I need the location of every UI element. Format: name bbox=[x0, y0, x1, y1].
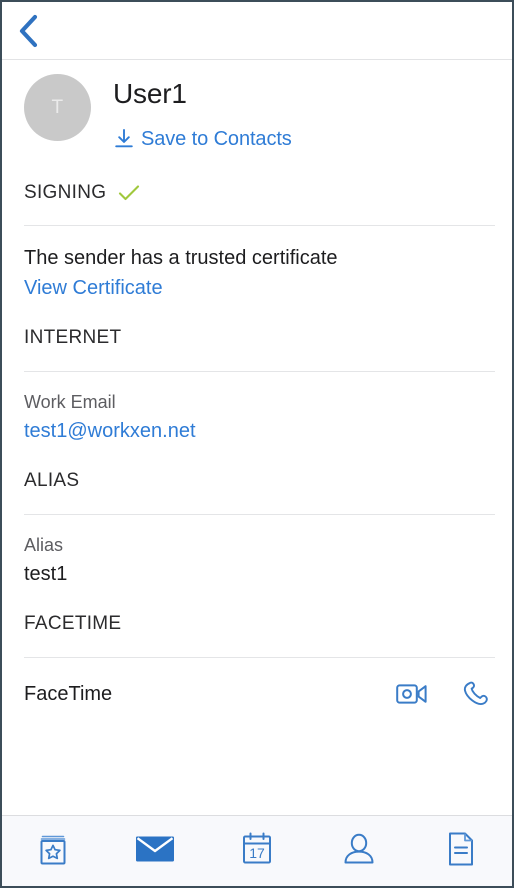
svg-text:17: 17 bbox=[249, 845, 265, 861]
section-signing-header: SIGNING bbox=[24, 182, 490, 204]
section-signing: SIGNING The sender has a trusted certifi… bbox=[2, 150, 512, 301]
alias-value: test1 bbox=[24, 563, 68, 585]
section-signing-title: SIGNING bbox=[24, 182, 107, 203]
section-facetime: FACETIME FaceTime bbox=[2, 587, 512, 708]
section-alias: ALIAS Alias test1 bbox=[2, 444, 512, 587]
view-certificate-link[interactable]: View Certificate bbox=[24, 275, 490, 301]
back-button[interactable] bbox=[2, 5, 54, 57]
favorites-book-icon bbox=[37, 831, 69, 872]
contact-detail-content: T User1 Save to Contacts SIGNING The sen… bbox=[2, 60, 512, 815]
section-facetime-header: FACETIME bbox=[24, 613, 490, 635]
document-icon bbox=[446, 831, 476, 872]
contact-header: T User1 Save to Contacts bbox=[2, 60, 512, 150]
tab-files[interactable] bbox=[410, 816, 512, 886]
app-screen: T User1 Save to Contacts SIGNING The sen… bbox=[0, 0, 514, 888]
section-alias-title: ALIAS bbox=[24, 470, 80, 491]
divider bbox=[24, 514, 495, 515]
phone-handset-icon[interactable] bbox=[460, 680, 490, 708]
alias-label: Alias bbox=[24, 535, 64, 555]
section-alias-header: ALIAS bbox=[24, 470, 490, 492]
facetime-label: FaceTime bbox=[24, 682, 113, 705]
section-internet-header: INTERNET bbox=[24, 327, 490, 349]
divider bbox=[24, 657, 495, 658]
tab-contacts[interactable] bbox=[308, 816, 410, 886]
tab-favorites[interactable] bbox=[2, 816, 104, 886]
section-internet-title: INTERNET bbox=[24, 327, 122, 348]
avatar-initial: T bbox=[51, 96, 64, 118]
divider bbox=[24, 371, 495, 372]
download-arrow-icon bbox=[113, 128, 135, 150]
facetime-row: FaceTime bbox=[24, 680, 490, 708]
mail-envelope-icon bbox=[135, 834, 175, 869]
work-email-value[interactable]: test1@workxen.net bbox=[24, 418, 490, 444]
calendar-icon: 17 bbox=[240, 831, 274, 872]
contact-identity: User1 Save to Contacts bbox=[91, 74, 292, 150]
divider bbox=[24, 225, 495, 226]
tab-bar: 17 bbox=[2, 815, 512, 886]
section-facetime-title: FACETIME bbox=[24, 613, 122, 634]
video-camera-icon[interactable] bbox=[396, 681, 428, 707]
green-check-icon bbox=[118, 184, 140, 202]
chevron-left-icon bbox=[17, 14, 39, 48]
avatar: T bbox=[24, 74, 91, 141]
save-to-contacts-button[interactable]: Save to Contacts bbox=[113, 128, 292, 150]
navigation-bar bbox=[2, 2, 512, 60]
signing-status-text: The sender has a trusted certificate bbox=[24, 247, 338, 269]
section-internet: INTERNET Work Email test1@workxen.net bbox=[2, 301, 512, 444]
facetime-actions bbox=[364, 680, 490, 708]
save-to-contacts-label: Save to Contacts bbox=[141, 128, 292, 150]
tab-calendar[interactable]: 17 bbox=[206, 816, 308, 886]
person-icon bbox=[342, 832, 376, 871]
contact-name: User1 bbox=[113, 78, 187, 109]
work-email-label: Work Email bbox=[24, 392, 116, 412]
tab-mail[interactable] bbox=[104, 816, 206, 886]
